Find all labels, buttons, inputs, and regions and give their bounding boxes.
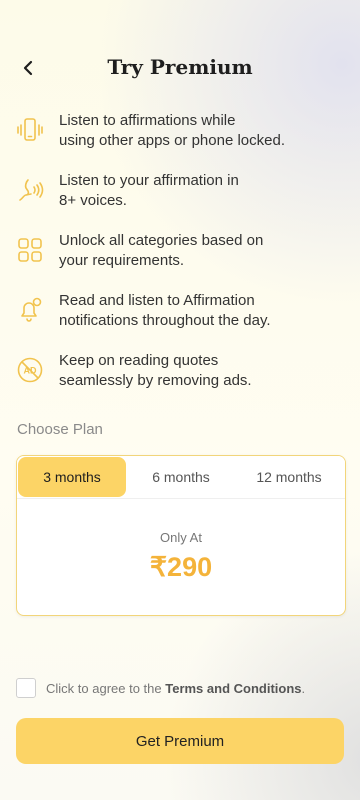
feature-line: seamlessly by removing ads.	[59, 372, 252, 389]
feature-item: AD Keep on reading quotes seamlessly by …	[0, 348, 360, 408]
feature-line: 8+ voices.	[59, 192, 127, 209]
voice-icon	[19, 179, 44, 201]
price-caption: Only At	[160, 530, 202, 545]
bell-notification-icon	[21, 297, 42, 322]
page-title: Try Premium	[107, 55, 253, 79]
feature-line: Listen to your affirmation in	[59, 172, 239, 189]
feature-line: Keep on reading quotes	[59, 352, 219, 369]
feature-line: Read and listen to Affirmation	[59, 292, 255, 309]
terms-checkbox[interactable]	[16, 678, 36, 698]
choose-plan-label: Choose Plan	[17, 421, 103, 438]
feature-text: Listen to your affirmation in 8+ voices.	[59, 171, 344, 211]
feature-line: Listen to affirmations while	[59, 112, 236, 129]
feature-text: Unlock all categories based on your requ…	[59, 231, 344, 271]
feature-line: your requirements.	[59, 252, 185, 269]
price-value: ₹290	[149, 552, 213, 582]
feature-item: Listen to affirmations while using other…	[0, 108, 360, 168]
feature-text: Listen to affirmations while using other…	[59, 111, 344, 151]
terms-link[interactable]: Terms and Conditions	[165, 681, 301, 696]
phone-vibrate-icon	[17, 118, 43, 141]
tab-6-months[interactable]: 6 months	[127, 457, 235, 497]
feature-line: notifications throughout the day.	[59, 312, 271, 329]
feature-text: Read and listen to Affirmation notificat…	[59, 291, 344, 331]
feature-text: Keep on reading quotes seamlessly by rem…	[59, 351, 344, 391]
get-premium-label: Get Premium	[135, 732, 225, 750]
agreement-suffix: .	[301, 681, 306, 696]
feature-item: Unlock all categories based on your requ…	[0, 228, 360, 288]
grid-icon	[18, 238, 42, 262]
header: Try Premium	[0, 52, 360, 84]
feature-line: using other apps or phone locked.	[59, 132, 285, 149]
plan-tabs: 3 months 6 months 12 months	[17, 456, 345, 499]
tab-3-months[interactable]: 3 months	[18, 457, 126, 497]
tab-12-months[interactable]: 12 months	[235, 457, 343, 497]
feature-list: Listen to affirmations while using other…	[0, 108, 360, 408]
feature-item: Read and listen to Affirmation notificat…	[0, 288, 360, 348]
get-premium-button[interactable]: Get Premium	[16, 718, 344, 764]
no-ads-icon: AD	[17, 357, 43, 383]
feature-line: Unlock all categories based on	[59, 232, 264, 249]
agreement-text: Click to agree to the Terms and Conditio…	[46, 681, 305, 696]
feature-item: Listen to your affirmation in 8+ voices.	[0, 168, 360, 228]
terms-agreement: Click to agree to the Terms and Conditio…	[16, 676, 346, 700]
plan-card: 3 months 6 months 12 months Only At ₹290	[16, 455, 346, 616]
agreement-prefix: Click to agree to the	[46, 681, 166, 696]
